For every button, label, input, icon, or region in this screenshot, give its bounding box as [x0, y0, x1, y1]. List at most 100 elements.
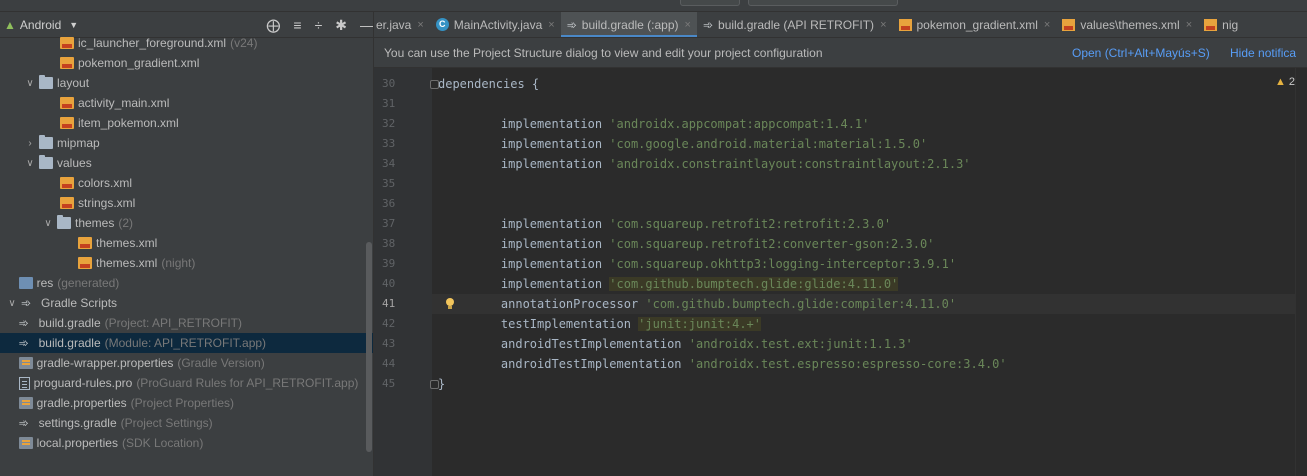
close-icon[interactable]: × — [548, 19, 554, 31]
tree-item-meta: (night) — [161, 256, 196, 270]
tree-item[interactable]: activity_main.xml — [0, 93, 373, 113]
editor-tab[interactable]: pokemon_gradient.xml × — [893, 12, 1057, 37]
tree-item[interactable]: ∨ themes (2) — [0, 213, 373, 233]
tree-item-meta: (Gradle Version) — [177, 356, 265, 370]
string-literal: 'com.squareup.okhttp3:logging-intercepto… — [609, 257, 957, 271]
xml-icon — [60, 57, 74, 69]
tree-item[interactable]: item_pokemon.xml — [0, 113, 373, 133]
tab-label: values\themes.xml — [1080, 17, 1180, 32]
close-icon[interactable]: × — [685, 19, 691, 31]
xml-icon — [60, 117, 74, 129]
code-token: implementation — [472, 157, 610, 171]
tree-scrollbar[interactable] — [366, 242, 372, 452]
tree-item-meta: (ProGuard Rules for API_RETROFIT.app) — [136, 376, 359, 390]
toolbar-fragment — [680, 0, 740, 6]
tree-item[interactable]: ∨ layout — [0, 73, 373, 93]
tree-item[interactable]: res (generated) — [0, 273, 373, 293]
tree-item[interactable]: pokemon_gradient.xml — [0, 53, 373, 73]
res-icon — [18, 277, 33, 289]
tree-item[interactable]: themes.xml — [0, 233, 373, 253]
code-line: implementation 'androidx.constraintlayou… — [472, 154, 971, 174]
tree-item[interactable]: ∨ ➾ Gradle Scripts — [0, 293, 373, 313]
tree-item[interactable]: › mipmap — [0, 133, 373, 153]
editor-vertical-scrollbar[interactable] — [1295, 68, 1307, 476]
line-number-gutter: 2930313233343536373839404142434445 — [374, 68, 432, 476]
line-number: 41 — [382, 297, 396, 310]
tree-item-label: Gradle Scripts — [41, 296, 118, 310]
code-token: androidTestImplementation — [472, 337, 689, 351]
code-token: implementation — [472, 117, 610, 131]
close-icon[interactable]: × — [1044, 19, 1050, 31]
tree-item[interactable]: themes.xml (night) — [0, 253, 373, 273]
line-number: 44 — [382, 357, 396, 370]
code-line: dependencies { — [438, 74, 539, 94]
editor-tab[interactable]: C MainActivity.java × — [430, 12, 561, 37]
minimize-icon[interactable]: — — [360, 17, 373, 33]
tab-label: er.java — [376, 17, 412, 32]
open-project-structure-link[interactable]: Open (Ctrl+Alt+Mayús+S) — [1072, 38, 1210, 68]
editor-tab[interactable]: ➾ build.gradle (:app) × — [560, 12, 698, 37]
string-literal: 'com.squareup.retrofit2:retrofit:2.3.0' — [609, 217, 892, 231]
inspection-warnings[interactable]: ▲ 2 — [1275, 76, 1295, 88]
tree-item[interactable]: colors.xml — [0, 173, 373, 193]
code-token: annotationProcessor — [472, 297, 646, 311]
code-line: androidTestImplementation 'androidx.test… — [472, 354, 1007, 374]
code-editor[interactable]: 2930313233343536373839404142434445 depen… — [374, 68, 1307, 476]
line-number: 36 — [382, 197, 396, 210]
editor-tab[interactable]: nig — [1198, 12, 1244, 37]
tree-item-meta: (Project Properties) — [130, 396, 235, 410]
gear-icon[interactable]: ✱ — [335, 17, 347, 34]
string-literal: 'androidx.appcompat:appcompat:1.4.1' — [609, 117, 870, 131]
gradle-icon: ➾ — [18, 416, 29, 430]
tab-label: build.gradle (:app) — [581, 17, 679, 32]
chevron-down-icon: ▼ — [69, 19, 79, 30]
editor-tab[interactable]: er.java × — [374, 12, 430, 37]
string-literal: 'com.google.android.material:material:1.… — [609, 137, 928, 151]
collapse-all-icon[interactable]: ≡ — [293, 17, 301, 33]
close-icon[interactable]: × — [1186, 19, 1192, 31]
xml-icon — [78, 237, 92, 249]
close-icon[interactable]: × — [417, 19, 423, 31]
tree-item-label: layout — [57, 76, 90, 90]
tree-item[interactable]: local.properties (SDK Location) — [0, 433, 373, 453]
tree-item-label: themes.xml — [96, 256, 158, 270]
close-icon[interactable]: × — [880, 19, 886, 31]
tree-item[interactable]: proguard-rules.pro (ProGuard Rules for AP… — [0, 373, 373, 393]
hide-notification-link[interactable]: Hide notifica — [1230, 38, 1296, 68]
line-number: 35 — [382, 177, 396, 190]
chevron-down-icon[interactable]: ∨ — [42, 218, 54, 229]
project-view-selector[interactable]: ▲ Android ▼ — [4, 18, 78, 32]
code-line: testImplementation 'junit:junit:4.+' — [472, 314, 761, 334]
chevron-right-icon[interactable]: › — [24, 138, 36, 149]
tree-item-label: settings.gradle — [38, 416, 117, 430]
tree-item[interactable]: ➾ settings.gradle (Project Settings) — [0, 413, 373, 433]
line-number: 38 — [382, 237, 396, 250]
xml-icon — [78, 257, 92, 269]
fold-marker-icon[interactable] — [430, 80, 439, 89]
gradle-icon: ➾ — [566, 17, 577, 32]
tab-label: pokemon_gradient.xml — [916, 17, 1038, 32]
tree-item[interactable]: gradle-wrapper.properties (Gradle Version… — [0, 353, 373, 373]
expand-all-icon[interactable]: ÷ — [315, 17, 323, 33]
fold-marker-icon[interactable] — [430, 380, 439, 389]
chevron-down-icon[interactable]: ∨ — [6, 298, 18, 309]
crosshair-icon[interactable]: ⨁ — [266, 17, 280, 34]
tree-item-meta: (Module: API_RETROFIT.app) — [104, 336, 267, 350]
tree-item[interactable]: strings.xml — [0, 193, 373, 213]
code-token: implementation — [472, 137, 610, 151]
line-number: 40 — [382, 277, 396, 290]
chevron-down-icon[interactable]: ∨ — [24, 78, 36, 89]
lightbulb-icon[interactable] — [444, 298, 456, 310]
editor-tab[interactable]: values\themes.xml × — [1056, 12, 1198, 37]
tree-item[interactable]: ic_launcher_foreground.xml (v24) — [0, 33, 373, 53]
editor-tab[interactable]: ➾ build.gradle (API RETROFIT) × — [697, 12, 893, 37]
tree-item[interactable]: gradle.properties (Project Properties) — [0, 393, 373, 413]
tree-item[interactable]: ➾ build.gradle (Project: API_RETROFIT) — [0, 313, 373, 333]
line-number: 34 — [382, 157, 396, 170]
line-number: 32 — [382, 117, 396, 130]
tab-label: MainActivity.java — [453, 17, 543, 32]
tree-item[interactable]: ∨ values — [0, 153, 373, 173]
chevron-down-icon[interactable]: ∨ — [24, 158, 36, 169]
tree-item[interactable]: ➾ build.gradle (Module: API_RETROFIT.app) — [0, 333, 373, 353]
editor-horizontal-scrollbar[interactable] — [432, 470, 1292, 476]
